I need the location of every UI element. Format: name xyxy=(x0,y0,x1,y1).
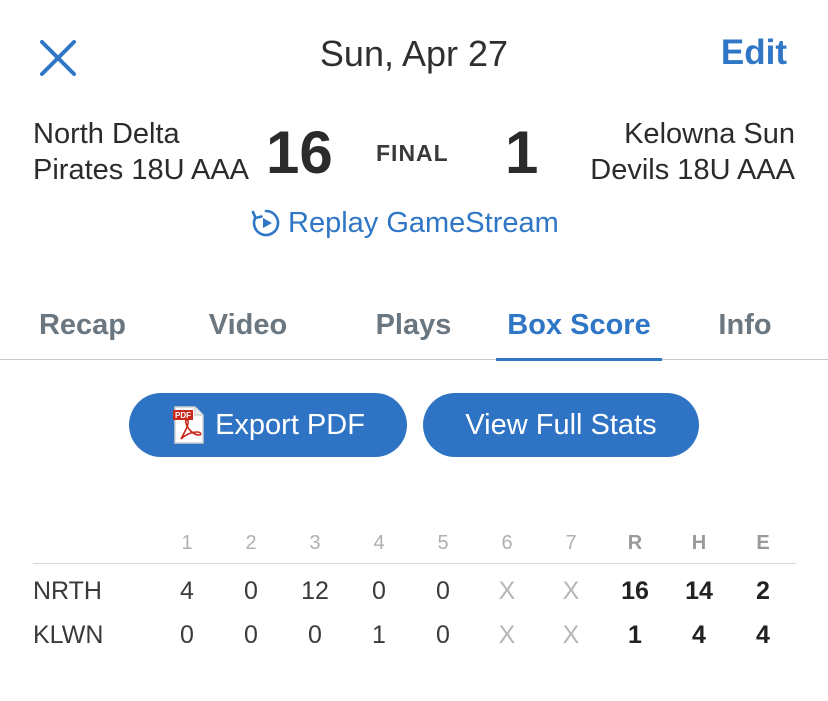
edit-button[interactable]: Edit xyxy=(721,33,787,73)
away-team-name[interactable]: Kelowna Sun Devils 18U AAA xyxy=(555,116,795,188)
view-full-stats-button[interactable]: View Full Stats xyxy=(423,393,699,457)
inning-score: 0 xyxy=(372,576,386,605)
inning-header: 7 xyxy=(565,532,577,554)
replay-gamestream-label: Replay GameStream xyxy=(288,206,559,239)
inning-header: 2 xyxy=(245,532,257,554)
box-score-header-row: 1 2 3 4 5 6 7 R H E xyxy=(33,524,796,564)
runs-total: 16 xyxy=(621,576,649,605)
home-score: 16 xyxy=(266,119,333,186)
inning-header: 3 xyxy=(309,532,321,554)
runs-total: 1 xyxy=(628,620,642,649)
replay-icon xyxy=(251,209,280,237)
header-bar: Sun, Apr 27 Edit xyxy=(0,0,828,110)
action-buttons: PDF Export PDF View Full Stats xyxy=(0,393,828,457)
inning-header: 1 xyxy=(181,532,193,554)
inning-score: X xyxy=(562,620,580,649)
inning-score: X xyxy=(562,576,580,605)
tab-box-score[interactable]: Box Score xyxy=(496,290,662,361)
inning-score: 0 xyxy=(244,576,258,605)
inning-score: 0 xyxy=(244,620,258,649)
table-row: NRTH 4 0 12 0 0 X X 16 14 2 xyxy=(33,569,796,613)
tab-recap[interactable]: Recap xyxy=(0,290,165,360)
view-full-stats-label: View Full Stats xyxy=(465,408,657,441)
tab-bar: Recap Video Plays Box Score Info xyxy=(0,290,828,361)
away-team-name-line2: Devils 18U AAA xyxy=(590,154,795,186)
team-abbreviation: KLWN xyxy=(33,620,104,649)
table-row: KLWN 0 0 0 1 0 X X 1 4 4 xyxy=(33,613,796,657)
inning-score: 12 xyxy=(301,576,329,605)
game-status: FINAL xyxy=(376,140,449,166)
inning-score: 4 xyxy=(180,576,194,605)
hits-total: 14 xyxy=(685,576,713,605)
hits-total: 4 xyxy=(692,620,706,649)
box-score-table: 1 2 3 4 5 6 7 R H E NRTH 4 0 12 0 0 X X … xyxy=(33,524,796,657)
runs-header: R xyxy=(627,532,643,554)
game-date-title: Sun, Apr 27 xyxy=(319,33,509,74)
scoreline: North Delta Pirates 18U AAA 16 FINAL 1 K… xyxy=(0,110,828,200)
inning-score: 0 xyxy=(436,576,450,605)
inning-score: X xyxy=(498,620,516,649)
home-team-name-line1: North Delta xyxy=(33,118,180,150)
inning-header: 5 xyxy=(437,532,449,554)
svg-text:PDF: PDF xyxy=(175,411,191,420)
inning-score: 0 xyxy=(436,620,450,649)
inning-score: 0 xyxy=(180,620,194,649)
export-pdf-button[interactable]: PDF Export PDF xyxy=(129,393,407,457)
home-team-name[interactable]: North Delta Pirates 18U AAA xyxy=(33,116,263,188)
pdf-icon: PDF xyxy=(173,406,204,444)
away-team-name-line1: Kelowna Sun xyxy=(624,118,795,150)
errors-total: 4 xyxy=(756,620,770,649)
inning-header: 6 xyxy=(501,532,513,554)
inning-header: 4 xyxy=(373,532,385,554)
team-abbreviation: NRTH xyxy=(33,576,102,605)
tab-plays[interactable]: Plays xyxy=(331,290,496,360)
errors-header: E xyxy=(756,532,770,554)
replay-gamestream-link[interactable]: Replay GameStream xyxy=(250,203,559,243)
tab-video[interactable]: Video xyxy=(165,290,331,360)
inning-score: 1 xyxy=(372,620,386,649)
home-team-name-line2: Pirates 18U AAA xyxy=(33,154,249,186)
away-score: 1 xyxy=(505,119,539,186)
tab-info[interactable]: Info xyxy=(662,290,828,360)
hits-header: H xyxy=(691,532,707,554)
inning-score: X xyxy=(498,576,516,605)
inning-score: 0 xyxy=(308,620,322,649)
errors-total: 2 xyxy=(756,576,770,605)
export-pdf-label: Export PDF xyxy=(215,408,365,441)
